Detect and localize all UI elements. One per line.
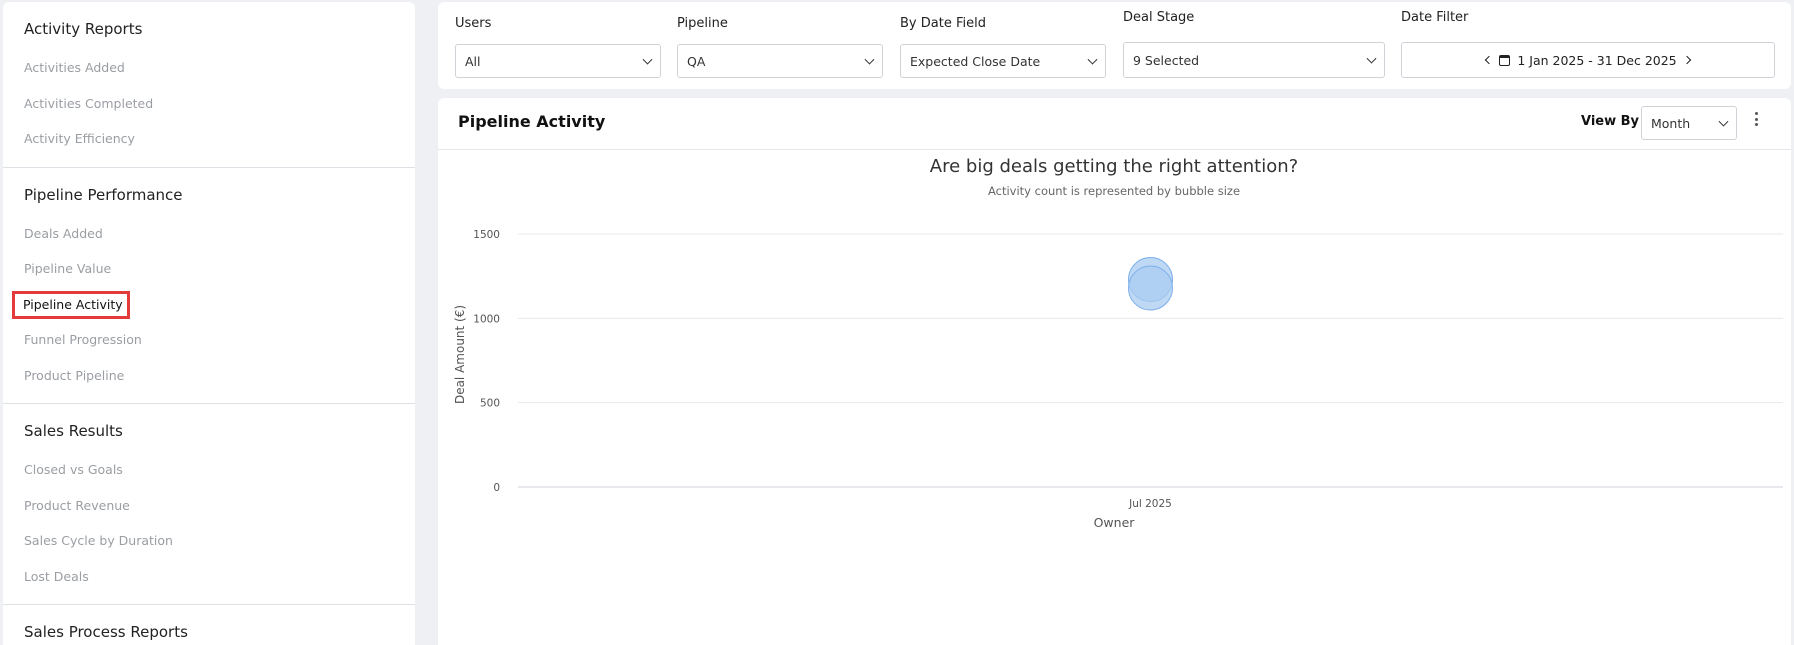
pipeline-activity-panel: Pipeline Activity View By Month Are big … <box>438 98 1791 645</box>
sidebar-section: Sales Process Reports <box>3 605 415 645</box>
y-tick-label: 1500 <box>473 229 500 241</box>
sidebar-item-product-revenue[interactable]: Product Revenue <box>3 488 415 524</box>
sidebar-item-lost-deals[interactable]: Lost Deals <box>3 559 415 595</box>
sidebar-item-label: Lost Deals <box>24 568 89 584</box>
sidebar-item-label: Sales Cycle by Duration <box>24 533 173 548</box>
sidebar-section-title: Pipeline Performance <box>24 185 183 204</box>
sidebar-section-title: Sales Process Reports <box>24 623 188 641</box>
filter-bar: Users All Pipeline QA By Date Field Expe… <box>438 2 1791 89</box>
date-filter-label: Date Filter <box>1401 10 1469 25</box>
chevron-down-icon <box>864 54 875 65</box>
sidebar-section-title: Activity Reports <box>24 20 143 38</box>
sidebar-item-pipeline-activity[interactable]: Pipeline Activity <box>3 287 415 323</box>
more-options-icon[interactable] <box>1754 112 1758 126</box>
sidebar-item-label: Closed vs Goals <box>24 462 123 477</box>
sidebar-item-activity-efficiency[interactable]: Activity Efficiency <box>3 121 415 157</box>
sidebar-section: Pipeline Performance Deals Added Pipeline … <box>3 168 415 404</box>
pipeline-filter-label: Pipeline <box>677 16 728 31</box>
sidebar-item-deals-added[interactable]: Deals Added <box>3 216 415 252</box>
date-field-filter-label: By Date Field <box>900 16 986 31</box>
chevron-right-icon[interactable] <box>1682 55 1691 65</box>
chevron-down-icon <box>1366 53 1377 64</box>
deal-stage-select[interactable]: 9 Selected <box>1123 42 1385 78</box>
sidebar-item-label: Activity Efficiency <box>24 131 135 146</box>
sidebar-item-pipeline-value[interactable]: Pipeline Value <box>3 251 415 287</box>
date-field-select[interactable]: Expected Close Date <box>900 44 1106 78</box>
view-by-label: View By <box>1581 114 1640 129</box>
sidebar-section-title: Sales Results <box>24 422 123 440</box>
sidebar-item-label: Product Pipeline <box>24 367 125 383</box>
pipeline-filter: Pipeline <box>677 16 728 31</box>
panel-title: Pipeline Activity <box>458 112 606 131</box>
chevron-down-icon <box>1087 54 1098 65</box>
calendar-icon <box>1499 54 1511 66</box>
sidebar-item-activities-completed[interactable]: Activities Completed <box>3 86 415 122</box>
y-axis-label: Deal Amount (€) <box>453 305 467 404</box>
deal-stage-filter: Deal Stage <box>1123 10 1194 25</box>
x-tick-label: Jul 2025 <box>1128 498 1172 510</box>
date-range-value: 1 Jan 2025 - 31 Dec 2025 <box>1517 52 1677 68</box>
sidebar-item-sales-cycle-by-duration[interactable]: Sales Cycle by Duration <box>3 523 415 559</box>
sidebar-item-closed-vs-goals[interactable]: Closed vs Goals <box>3 452 415 488</box>
users-filter: Users <box>455 16 491 31</box>
report-sidebar: Activity Reports Activities Added Activiti… <box>3 2 415 645</box>
y-tick-label: 500 <box>480 398 500 410</box>
sidebar-section: Activity Reports Activities Added Activiti… <box>3 2 415 168</box>
sidebar-item-label: Product Revenue <box>24 497 130 513</box>
chart-subtitle: Activity count is represented by bubble … <box>988 184 1240 198</box>
sidebar-item-product-pipeline[interactable]: Product Pipeline <box>3 358 415 394</box>
x-axis-label: Owner <box>1094 515 1136 530</box>
view-by-select-value: Month <box>1651 115 1691 131</box>
panel-header: Pipeline Activity View By Month <box>438 98 1791 150</box>
date-field-filter: By Date Field <box>900 16 986 31</box>
users-select[interactable]: All <box>455 44 661 78</box>
sidebar-item-label: Pipeline Activity <box>12 290 130 319</box>
date-field-select-value: Expected Close Date <box>910 53 1041 69</box>
view-by-select[interactable]: Month <box>1641 106 1737 140</box>
sidebar-item-label: Activities Added <box>24 60 125 75</box>
sidebar-item-label: Activities Completed <box>24 95 154 111</box>
deal-stage-filter-label: Deal Stage <box>1123 10 1195 25</box>
chevron-down-icon <box>642 54 653 65</box>
chevron-down-icon <box>1718 116 1729 127</box>
bubble-point <box>1128 265 1173 311</box>
pipeline-select[interactable]: QA <box>677 44 883 78</box>
sidebar-item-funnel-progression[interactable]: Funnel Progression <box>3 322 415 358</box>
chart-title: Are big deals getting the right attentio… <box>930 156 1298 177</box>
date-filter: Date Filter <box>1401 10 1468 25</box>
y-tick-label: 1000 <box>473 313 500 325</box>
deal-stage-select-value: 9 Selected <box>1133 52 1200 68</box>
sidebar-item-label: Deals Added <box>24 225 103 241</box>
sidebar-item-label: Funnel Progression <box>24 332 142 347</box>
sidebar-item-activities-added[interactable]: Activities Added <box>3 50 415 86</box>
users-select-value: All <box>465 53 481 69</box>
sidebar-section: Sales Results Closed vs Goals Product Reve… <box>3 404 415 605</box>
users-filter-label: Users <box>455 16 492 31</box>
pipeline-select-value: QA <box>687 53 706 69</box>
chevron-left-icon[interactable] <box>1485 55 1494 65</box>
date-range-picker[interactable]: 1 Jan 2025 - 31 Dec 2025 <box>1401 42 1775 78</box>
sidebar-item-label: Pipeline Value <box>24 261 112 276</box>
bubble-chart: Are big deals getting the right attentio… <box>453 156 1783 530</box>
y-tick-label: 0 <box>493 482 500 494</box>
